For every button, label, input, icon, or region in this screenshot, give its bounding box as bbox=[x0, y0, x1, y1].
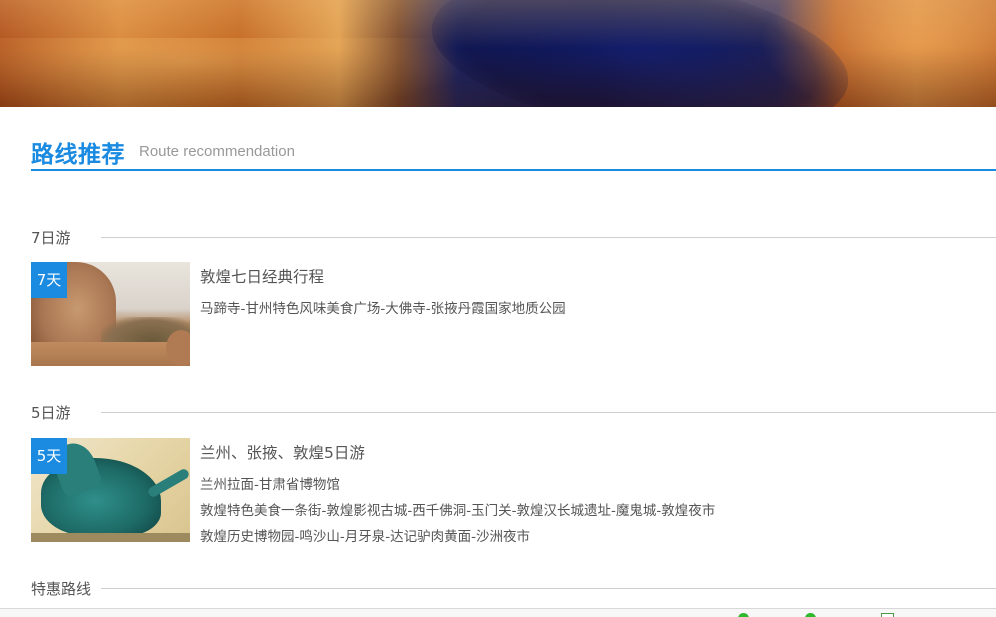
route-thumbnail[interactable]: 5天 bbox=[31, 438, 190, 542]
section-header: 路线推荐 Route recommendation bbox=[31, 130, 996, 171]
group-divider bbox=[101, 588, 996, 589]
group-5-day: 5日游 bbox=[31, 402, 996, 423]
browser-status-bar bbox=[0, 608, 996, 617]
route-itinerary-line: 敦煌历史博物园-鸣沙山-月牙泉-达记驴肉黄面-沙洲夜市 bbox=[200, 529, 530, 545]
days-badge: 7天 bbox=[31, 262, 67, 298]
group-divider bbox=[101, 412, 996, 413]
days-badge: 5天 bbox=[31, 438, 67, 474]
route-card-5-day: 5天 兰州、张掖、敦煌5日游 兰州拉面-甘肃省博物馆 敦煌特色美食一条街-敦煌影… bbox=[31, 438, 931, 545]
route-itinerary-line: 敦煌特色美食一条街-敦煌影视古城-西千佛洞-玉门关-敦煌汉长城遗址-魔鬼城-敦煌… bbox=[200, 503, 716, 519]
route-thumbnail[interactable]: 7天 bbox=[31, 262, 190, 366]
pedestal-image bbox=[31, 533, 190, 542]
group-7-day: 7日游 bbox=[31, 227, 996, 248]
route-itinerary-line: 马蹄寺-甘州特色风味美食广场-大佛寺-张掖丹霞国家地质公园 bbox=[200, 301, 566, 317]
status-green-icon bbox=[805, 613, 816, 617]
group-title: 5日游 bbox=[31, 402, 81, 423]
section-subtitle: Route recommendation bbox=[139, 143, 295, 160]
section-title: 路线推荐 bbox=[31, 142, 125, 168]
banner-shading bbox=[0, 0, 996, 107]
status-checkbox-icon bbox=[881, 613, 894, 617]
route-itinerary-line: 兰州拉面-甘肃省博物馆 bbox=[200, 477, 340, 493]
group-header: 7日游 bbox=[31, 227, 996, 248]
group-header: 特惠路线 bbox=[31, 578, 996, 599]
group-title: 特惠路线 bbox=[31, 578, 102, 599]
route-title-link[interactable]: 敦煌七日经典行程 bbox=[200, 265, 324, 287]
group-title: 7日游 bbox=[31, 227, 81, 248]
route-card-7-day: 7天 敦煌七日经典行程 马蹄寺-甘州特色风味美食广场-大佛寺-张掖丹霞国家地质公… bbox=[31, 262, 931, 366]
group-special-offer: 特惠路线 bbox=[31, 578, 996, 599]
hero-banner-image bbox=[0, 0, 996, 107]
route-title-link[interactable]: 兰州、张掖、敦煌5日游 bbox=[200, 441, 365, 463]
group-header: 5日游 bbox=[31, 402, 996, 423]
status-green-icon bbox=[738, 613, 749, 617]
group-divider bbox=[101, 237, 996, 238]
rock-image bbox=[166, 330, 190, 366]
